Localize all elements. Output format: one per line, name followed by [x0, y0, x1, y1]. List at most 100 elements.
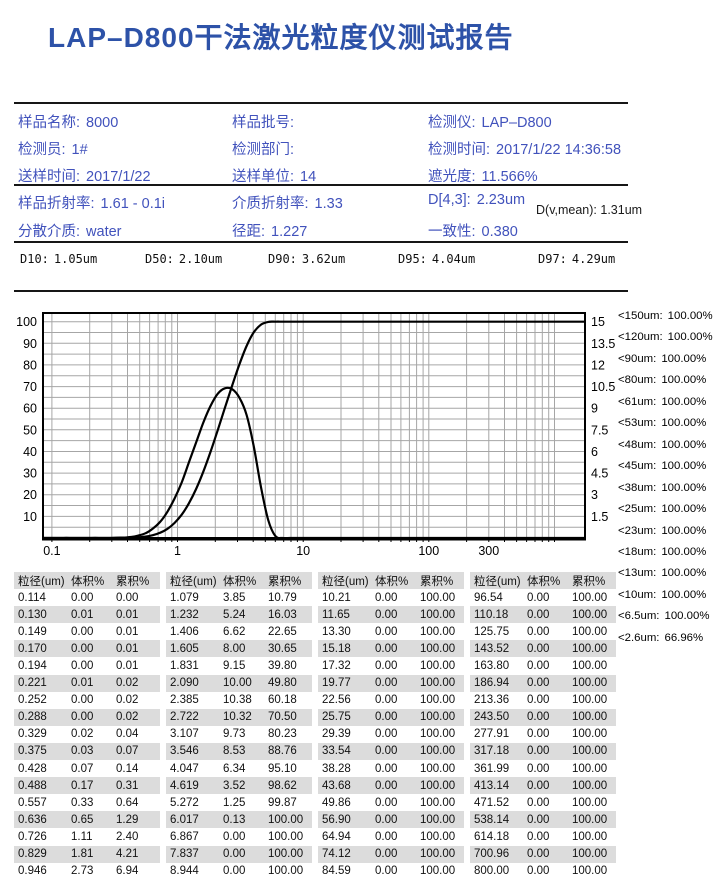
- size-threshold-item: <10um:100.00%: [618, 585, 713, 606]
- table-row: 8.9440.00100.00: [166, 863, 312, 880]
- dispersant-field: 分散介质:water: [18, 220, 232, 248]
- cumulative-cell: 100.00: [420, 626, 468, 638]
- cumulative-cell: 16.03: [268, 609, 316, 621]
- size-threshold-label: <90um:: [618, 353, 656, 365]
- size-threshold-item: <48um:100.00%: [618, 435, 713, 456]
- table-row: 22.560.00100.00: [318, 692, 464, 709]
- table-row: 1.8319.1539.80: [166, 657, 312, 674]
- volume-cell: 0.00: [375, 848, 420, 860]
- volume-cell: 0.00: [527, 711, 572, 723]
- psd-chart-svg: 1020304050607080901001.534.567.5910.5121…: [0, 302, 616, 564]
- field-value: LAP–D800: [482, 115, 552, 131]
- size-threshold-item: <13um:100.00%: [618, 563, 713, 584]
- right-axis-tick: 1.5: [591, 510, 608, 524]
- diameter-cell: 0.114: [18, 592, 71, 604]
- size-threshold-label: <53um:: [618, 417, 656, 429]
- field-label: 检测时间:: [428, 142, 490, 158]
- x-axis-tick: 300: [478, 544, 499, 558]
- field-label: 介质折射率:: [232, 196, 309, 212]
- size-threshold-item: <80um:100.00%: [618, 370, 713, 391]
- field-label: D97:: [538, 252, 567, 266]
- cumulative-cell: 100.00: [572, 694, 620, 706]
- size-threshold-value: 100.00%: [661, 460, 706, 472]
- volume-cell: 0.00: [527, 626, 572, 638]
- diameter-cell: 277.91: [474, 728, 527, 740]
- field-value: 0.380: [482, 224, 518, 240]
- table-header-row: 粒径(um)体积%累积%: [166, 572, 312, 589]
- table-row: 700.960.00100.00: [470, 846, 616, 863]
- left-axis-tick: 40: [23, 445, 37, 459]
- volume-cell: 0.00: [375, 677, 420, 689]
- volume-cell: 10.38: [223, 694, 268, 706]
- diameter-cell: 0.375: [18, 745, 71, 757]
- volume-cell: 0.02: [71, 728, 116, 740]
- diameter-cell: 0.557: [18, 797, 71, 809]
- divider-line: [14, 290, 628, 292]
- volume-cell: 6.62: [223, 626, 268, 638]
- field-value: 2.10um: [179, 252, 222, 266]
- field-label: 检测部门:: [232, 142, 294, 158]
- field-value: 2017/1/22: [86, 169, 151, 185]
- volume-cell: 10.00: [223, 677, 268, 689]
- table-header-row: 粒径(um)体积%累积%: [14, 572, 160, 589]
- size-threshold-item: <53um:100.00%: [618, 413, 713, 434]
- size-threshold-item: <18um:100.00%: [618, 542, 713, 563]
- size-threshold-item: <45um:100.00%: [618, 456, 713, 477]
- cumulative-cell: 70.50: [268, 711, 316, 723]
- size-threshold-value: 100.00%: [661, 525, 706, 537]
- uniformity-field: 一致性:0.380: [428, 220, 628, 248]
- field-value: 1#: [72, 142, 88, 158]
- cumulative-cell: 1.29: [116, 814, 164, 826]
- right-axis-tick: 12: [591, 358, 605, 372]
- diameter-cell: 38.28: [322, 763, 375, 775]
- cumulative-cell: 2.40: [116, 831, 164, 843]
- cumulative-cell: 100.00: [572, 609, 620, 621]
- field-label: 送样时间:: [18, 169, 80, 185]
- cumulative-cell: 99.87: [268, 797, 316, 809]
- column-header: 粒径(um): [322, 573, 375, 589]
- size-threshold-item: <25um:100.00%: [618, 499, 713, 520]
- sampling-unit-field: 送样单位:14: [232, 165, 428, 192]
- table-row: 413.140.00100.00: [470, 777, 616, 794]
- diameter-cell: 22.56: [322, 694, 375, 706]
- volume-cell: 0.00: [527, 865, 572, 877]
- diameter-cell: 143.52: [474, 643, 527, 655]
- left-axis-tick: 70: [23, 380, 37, 394]
- x-axis-tick: 10: [296, 544, 310, 558]
- cumulative-cell: 100.00: [420, 592, 468, 604]
- table-row: 3.1079.7380.23: [166, 726, 312, 743]
- table-row: 538.140.00100.00: [470, 811, 616, 828]
- volume-cell: 0.00: [375, 643, 420, 655]
- table-row: 6.0170.13100.00: [166, 811, 312, 828]
- cumulative-cell: 100.00: [420, 865, 468, 877]
- volume-cell: 0.00: [71, 660, 116, 672]
- diameter-cell: 0.221: [18, 677, 71, 689]
- left-axis-tick: 100: [16, 315, 37, 329]
- table-row: 0.1140.000.00: [14, 589, 160, 606]
- cumulative-cell: 100.00: [268, 831, 316, 843]
- volume-cell: 0.00: [375, 592, 420, 604]
- table-row: 17.320.00100.00: [318, 657, 464, 674]
- diameter-cell: 49.86: [322, 797, 375, 809]
- volume-cell: 0.00: [527, 660, 572, 672]
- volume-cell: 0.00: [527, 592, 572, 604]
- field-label: D10:: [20, 252, 49, 266]
- volume-cell: 0.00: [71, 626, 116, 638]
- test-time-field: 检测时间:2017/1/22 14:36:58: [428, 138, 628, 165]
- size-threshold-value: 100.00%: [661, 567, 706, 579]
- table-row: 74.120.00100.00: [318, 846, 464, 863]
- size-threshold-value: 100.00%: [661, 439, 706, 451]
- volume-cell: 9.73: [223, 728, 268, 740]
- volume-cell: 0.00: [71, 694, 116, 706]
- cumulative-cell: 100.00: [572, 745, 620, 757]
- diameter-cell: 96.54: [474, 592, 527, 604]
- size-threshold-item: <38um:100.00%: [618, 478, 713, 499]
- sample-ri-field: 样品折射率:1.61 - 0.1i: [18, 192, 232, 220]
- size-threshold-value: 100.00%: [661, 482, 706, 494]
- operator-field: 检测员:1#: [18, 138, 232, 165]
- column-header: 累积%: [420, 573, 468, 589]
- volume-cell: 0.00: [527, 831, 572, 843]
- volume-cell: 0.00: [375, 831, 420, 843]
- diameter-cell: 0.829: [18, 848, 71, 860]
- cumulative-cell: 100.00: [420, 609, 468, 621]
